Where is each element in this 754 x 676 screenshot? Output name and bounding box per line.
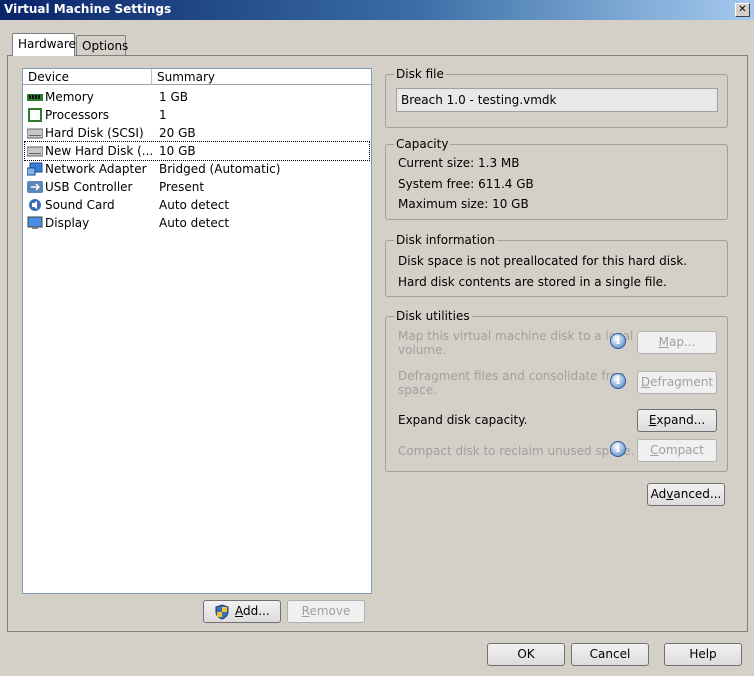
map-label-accel: M [658,335,669,349]
disk-info-line1: Disk space is not preallocated for this … [398,254,688,268]
maximum-size-text: Maximum size: 10 GB [398,197,529,211]
disk-utilities-label: Disk utilities [394,309,472,323]
map-label-post: ap... [668,335,696,349]
system-free-text: System free: 611.4 GB [398,177,534,191]
map-description-line2: volume. [398,343,447,357]
compact-label-accel: C [650,443,659,457]
compact-description: Compact disk to reclaim unused space. [398,444,635,458]
compact-button[interactable]: Compact [637,439,717,462]
disk-information-label: Disk information [394,233,497,247]
advanced-label-post: anced... [673,487,722,501]
compact-info-icon[interactable]: i [610,441,626,457]
disk-info-line2: Hard disk contents are stored in a singl… [398,275,667,289]
map-info-icon[interactable]: i [610,333,626,349]
advanced-button[interactable]: Advanced... [647,483,725,506]
advanced-label-pre: Ad [650,487,667,501]
defragment-button[interactable]: Defragment [637,371,717,394]
disk-file-field[interactable]: Breach 1.0 - testing.vmdk [396,88,718,112]
map-button[interactable]: Map... [637,331,717,354]
defragment-label-post: efragment [650,375,714,389]
defragment-label-accel: D [640,375,651,389]
map-description-line1: Map this virtual machine disk to a local [398,329,634,343]
defrag-description-line1: Defragment files and consolidate free [398,369,626,383]
capacity-label: Capacity [394,137,451,151]
expand-label-post: xpand... [656,413,706,427]
defrag-description-line2: space. [398,383,438,397]
current-size-text: Current size: 1.3 MB [398,156,520,170]
virtual-machine-settings-window: Virtual Machine Settings ✕ Hardware Opti… [0,0,754,676]
compact-label-post: ompact [658,443,704,457]
expand-description: Expand disk capacity. [398,413,528,427]
right-panel: Disk file Breach 1.0 - testing.vmdk Capa… [0,0,754,676]
disk-file-value: Breach 1.0 - testing.vmdk [401,93,557,107]
expand-button[interactable]: Expand... [637,409,717,432]
disk-file-label: Disk file [394,67,446,81]
defragment-info-icon[interactable]: i [610,373,626,389]
